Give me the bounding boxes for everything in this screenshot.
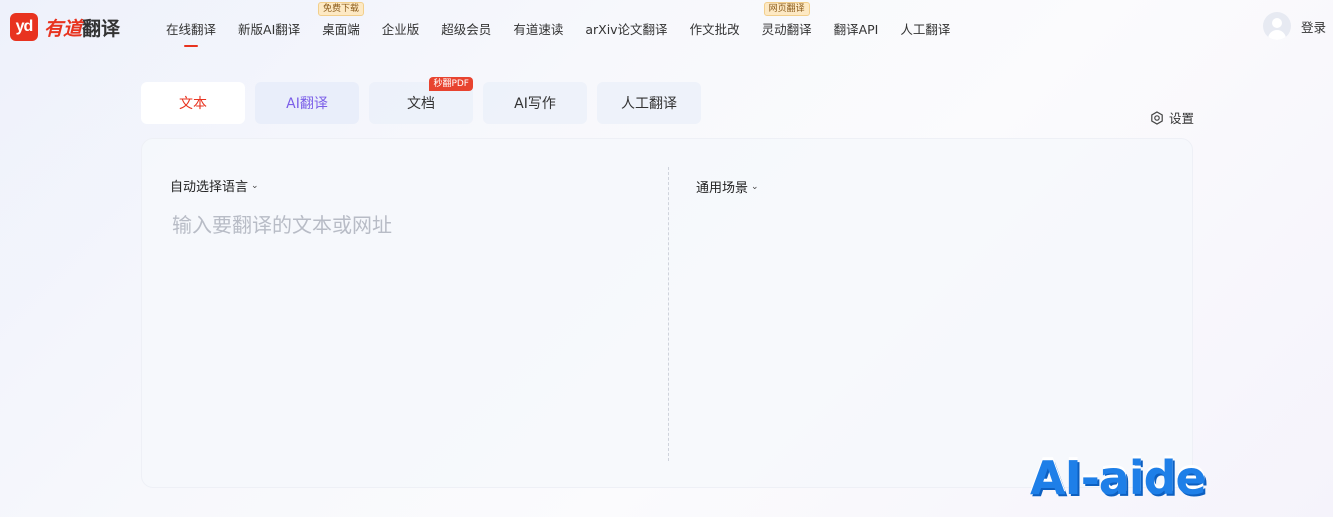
free-download-badge: 免费下载 (318, 2, 365, 16)
nav-item-label: 翻译API (833, 22, 879, 37)
logo-text: 有道翻译 (44, 14, 120, 41)
source-language-label: 自动选择语言 (170, 180, 249, 195)
logo-brand: 翻译 (82, 17, 121, 40)
login-link[interactable]: 登录 (1301, 17, 1326, 36)
user-login[interactable]: 登录 (1263, 12, 1326, 40)
nav-item-new-ai-translate[interactable]: 新版AI翻译 (238, 19, 300, 38)
nav-item-desktop[interactable]: 免费下载 桌面端 (318, 2, 365, 38)
nav-item-human-translate[interactable]: 人工翻译 (900, 19, 950, 38)
tab-label: AI写作 (514, 96, 556, 112)
source-text-input[interactable] (170, 207, 644, 451)
nav-item-label: 桌面端 (322, 22, 360, 37)
chevron-down-icon: ⌄ (751, 181, 759, 192)
settings-button[interactable]: 设置 (1150, 108, 1194, 127)
main-menu: 在线翻译 新版AI翻译 免费下载桌面端 企业版 超级会员 有道速读 arXiv论… (166, 2, 972, 47)
scene-select[interactable]: 通用场景 ⌄ (696, 177, 759, 196)
tab-label: AI翻译 (286, 96, 328, 112)
tab-document[interactable]: 秒翻PDF 文档 (369, 77, 473, 124)
nav-item-label: 新版AI翻译 (238, 22, 301, 37)
panel-divider (668, 167, 669, 461)
nav-item-super-vip[interactable]: 超级会员 (441, 19, 491, 38)
nav-item-lingdong[interactable]: 网页翻译 灵动翻译 (761, 2, 812, 38)
nav-item-api[interactable]: 翻译API (834, 19, 879, 38)
nav-item-label: 企业版 (381, 22, 420, 37)
nav-item-label: 超级会员 (441, 22, 492, 37)
nav-item-arxiv[interactable]: arXiv论文翻译 (585, 19, 667, 38)
tab-human-translate[interactable]: 人工翻译 (597, 82, 701, 124)
tab-ai-translate[interactable]: AI翻译 (255, 82, 359, 124)
tab-ai-writing[interactable]: AI写作 (483, 82, 587, 124)
nav-item-label: 有道速读 (513, 22, 564, 37)
gear-icon (1151, 110, 1163, 125)
tab-text[interactable]: 文本 (141, 82, 245, 124)
nav-item-label: arXiv论文翻译 (585, 22, 668, 37)
nav-item-label: 在线翻译 (166, 22, 217, 37)
nav-item-essay[interactable]: 作文批改 (690, 19, 740, 38)
logo-badge: yd (10, 13, 38, 41)
nav-item-enterprise[interactable]: 企业版 (382, 19, 420, 38)
top-nav: yd 有道翻译 在线翻译 新版AI翻译 免费下载桌面端 企业版 超级会员 有道速… (0, 0, 1333, 55)
logo-brand-red: 有道 (44, 17, 83, 40)
chevron-down-icon: ⌄ (251, 180, 259, 191)
nav-item-label: 作文批改 (689, 22, 740, 37)
logo[interactable]: yd 有道翻译 (10, 13, 120, 41)
tab-label: 文档 (407, 96, 435, 112)
nav-item-speed-read[interactable]: 有道速读 (513, 19, 563, 38)
mode-tabs: 文本 AI翻译 秒翻PDF 文档 AI写作 人工翻译 (141, 77, 701, 124)
avatar[interactable] (1263, 12, 1291, 40)
scene-label: 通用场景 (696, 181, 749, 196)
nav-item-online-translate[interactable]: 在线翻译 (166, 19, 217, 47)
tab-label: 人工翻译 (621, 96, 677, 112)
pdf-badge: 秒翻PDF (429, 77, 473, 91)
watermark-logo: AI-aide (1030, 451, 1207, 505)
translator-panel: 自动选择语言 ⌄ 通用场景 ⌄ (141, 138, 1193, 488)
settings-label: 设置 (1169, 111, 1195, 126)
nav-item-label: 灵动翻译 (761, 22, 812, 37)
web-translate-badge: 网页翻译 (763, 2, 810, 16)
source-language-select[interactable]: 自动选择语言 ⌄ (170, 176, 259, 195)
tab-label: 文本 (179, 96, 207, 112)
nav-item-label: 人工翻译 (900, 22, 951, 37)
